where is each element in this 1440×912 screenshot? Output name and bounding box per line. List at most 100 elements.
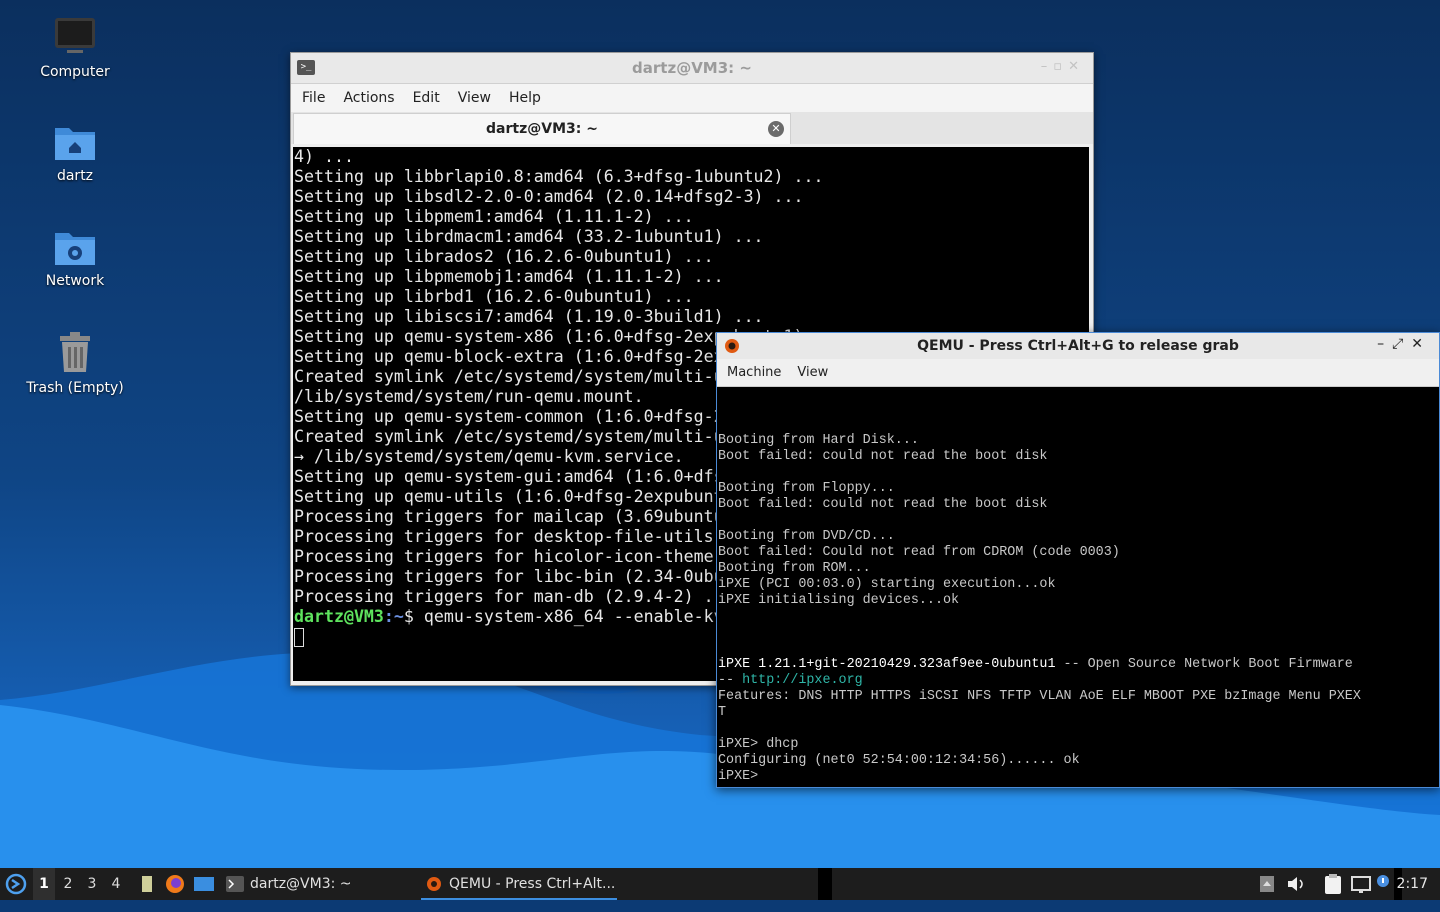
vm-display[interactable]: Booting from Hard Disk... Boot failed: co… — [717, 387, 1439, 787]
menu-view[interactable]: View — [449, 90, 500, 106]
trash-icon — [60, 332, 90, 372]
workspace-1[interactable]: 1 — [33, 868, 55, 900]
prompt-symbol: $ — [403, 607, 424, 626]
terminal-line: Setting up librbd1 (16.2.6-0ubuntu1) ... — [294, 287, 694, 306]
vm-console-text: iPXE (PCI 00:03.0) starting execution...… — [718, 577, 1056, 592]
tray-notification[interactable] — [1376, 868, 1392, 900]
workspace-2[interactable]: 2 — [57, 868, 79, 900]
vm-console-line — [718, 465, 1439, 481]
vm-console-line: Booting from Hard Disk... — [718, 433, 1439, 449]
menu-help[interactable]: Help — [500, 90, 550, 106]
tray-updates[interactable] — [1258, 868, 1278, 900]
vm-console-text: iPXE> dhcp — [718, 737, 799, 752]
network-folder-icon — [55, 233, 95, 265]
vm-console-line: iPXE> dhcp — [718, 737, 1439, 753]
terminal-line: 4) ... — [294, 147, 354, 166]
maximize-button[interactable]: ⤢ — [1392, 336, 1411, 352]
qemu-window[interactable]: QEMU - Press Ctrl+Alt+G to release grab … — [716, 332, 1440, 788]
lubuntu-logo-icon — [5, 873, 27, 895]
minimize-button[interactable]: – — [1041, 59, 1054, 74]
terminal-line: Setting up libiscsi7:amd64 (1.19.0-3buil… — [294, 307, 764, 326]
firefox-launcher[interactable] — [164, 868, 186, 900]
prompt-path: :~ — [383, 607, 404, 626]
terminal-tabbar: dartz@VM3: ~ ✕ — [291, 112, 1093, 144]
menu-file[interactable]: File — [293, 90, 334, 106]
qemu-icon — [427, 877, 441, 891]
typed-command: qemu-system-x86_64 --enable-kvm — [423, 607, 734, 626]
vm-console-line — [718, 625, 1439, 641]
vm-console-link: http://ipxe.org — [742, 673, 863, 688]
vm-console-line — [718, 641, 1439, 657]
terminal-tab[interactable]: dartz@VM3: ~ ✕ — [293, 113, 791, 144]
tray-volume[interactable] — [1286, 868, 1306, 900]
desktop-icon-home[interactable]: dartz — [10, 120, 140, 184]
file-manager-launcher[interactable] — [140, 868, 156, 900]
terminal-line: Setting up librdmacm1:amd64 (33.2-1ubunt… — [294, 227, 764, 246]
vm-console-line: Configuring (net0 52:54:00:12:34:56)....… — [718, 753, 1439, 769]
terminal-titlebar[interactable]: >_ dartz@VM3: ~ –▫✕ — [291, 53, 1093, 84]
taskbar-separator — [818, 868, 832, 900]
terminal-line: Setting up librados2 (16.2.6-0ubuntu1) .… — [294, 247, 714, 266]
start-menu-button[interactable] — [4, 868, 30, 900]
terminal-icon — [226, 876, 244, 892]
close-button[interactable]: ✕ — [1068, 59, 1085, 74]
vm-console-text: Boot failed: could not read the boot dis… — [718, 449, 1048, 464]
tray-clipboard[interactable] — [1322, 868, 1344, 900]
home-folder-icon — [55, 128, 95, 160]
vm-console-line — [718, 721, 1439, 737]
vm-console-text: Configuring (net0 52:54:00:12:34:56)....… — [718, 753, 1080, 768]
menu-view[interactable]: View — [789, 365, 836, 380]
vm-console-text: Booting from Floppy... — [718, 481, 895, 496]
vm-console-text: Features: DNS HTTP HTTPS iSCSI NFS TFTP … — [718, 689, 1361, 704]
vm-console-line: Booting from Floppy... — [718, 481, 1439, 497]
prompt-user: dartz@VM3 — [294, 607, 384, 626]
window-controls: –⤢✕ — [1377, 336, 1431, 352]
tray-network[interactable] — [1350, 868, 1372, 900]
vm-console-text: -- Open Source Network Boot Firmware — [1055, 657, 1353, 672]
terminal-line: Setting up libbrlapi0.8:amd64 (6.3+dfsg-… — [294, 167, 824, 186]
vm-console-line: T — [718, 705, 1439, 721]
task-label: dartz@VM3: ~ — [250, 876, 352, 892]
maximize-button[interactable]: ▫ — [1053, 59, 1068, 74]
close-button[interactable]: ✕ — [1411, 336, 1431, 352]
workspace-3[interactable]: 3 — [81, 868, 103, 900]
computer-icon — [55, 18, 95, 53]
terminal-line: Setting up libpmem1:amd64 (1.11.1-2) ... — [294, 207, 694, 226]
vm-console-line: -- http://ipxe.org — [718, 673, 1439, 689]
desktop-icon-label: Computer — [40, 64, 110, 80]
vm-console-line: Boot failed: Could not read from CDROM (… — [718, 545, 1439, 561]
terminal-menubar: File Actions Edit View Help — [291, 84, 1093, 112]
vm-console-line: iPXE (PCI 00:03.0) starting execution...… — [718, 577, 1439, 593]
minimize-button[interactable]: – — [1377, 336, 1392, 352]
tab-close-icon[interactable]: ✕ — [768, 121, 784, 137]
vm-console-text: Boot failed: Could not read from CDROM (… — [718, 545, 1120, 560]
vm-console-line — [718, 609, 1439, 625]
desktop-icon-trash[interactable]: Trash (Empty) — [10, 330, 140, 396]
window-controls: –▫✕ — [1041, 59, 1085, 74]
clipboard-icon — [1325, 874, 1341, 894]
desktop-icon-label: Trash (Empty) — [26, 380, 124, 396]
desktop-icon-computer[interactable]: Computer — [10, 14, 140, 80]
tab-label: dartz@VM3: ~ — [486, 121, 598, 137]
vm-console-text: iPXE initialising devices...ok — [718, 593, 960, 608]
info-icon — [1377, 875, 1389, 887]
menu-edit[interactable]: Edit — [404, 90, 449, 106]
menu-actions[interactable]: Actions — [334, 90, 403, 106]
menu-machine[interactable]: Machine — [719, 365, 789, 380]
vm-console-line: Boot failed: could not read the boot dis… — [718, 449, 1439, 465]
vm-console-text: Booting from DVD/CD... — [718, 529, 895, 544]
vm-console-line: iPXE initialising devices...ok — [718, 593, 1439, 609]
desktop-icon-label: Network — [45, 273, 105, 289]
task-terminal[interactable]: dartz@VM3: ~ — [222, 868, 440, 900]
qemu-menubar: Machine View — [717, 359, 1439, 387]
qemu-titlebar[interactable]: QEMU - Press Ctrl+Alt+G to release grab … — [717, 333, 1439, 359]
taskbar: 1 2 3 4 dartz@VM3: ~ QEMU - Press Ctrl+A… — [0, 868, 1440, 900]
terminal-title: dartz@VM3: ~ — [632, 59, 752, 77]
desktop-launcher[interactable] — [192, 868, 216, 900]
workspace-4[interactable]: 4 — [105, 868, 127, 900]
task-qemu[interactable]: QEMU - Press Ctrl+Alt... — [421, 868, 617, 900]
speaker-icon — [1288, 877, 1303, 891]
network-icon — [1351, 876, 1371, 893]
desktop-icon-network[interactable]: Network — [10, 225, 140, 289]
desktop-icon-label: dartz — [56, 168, 94, 184]
